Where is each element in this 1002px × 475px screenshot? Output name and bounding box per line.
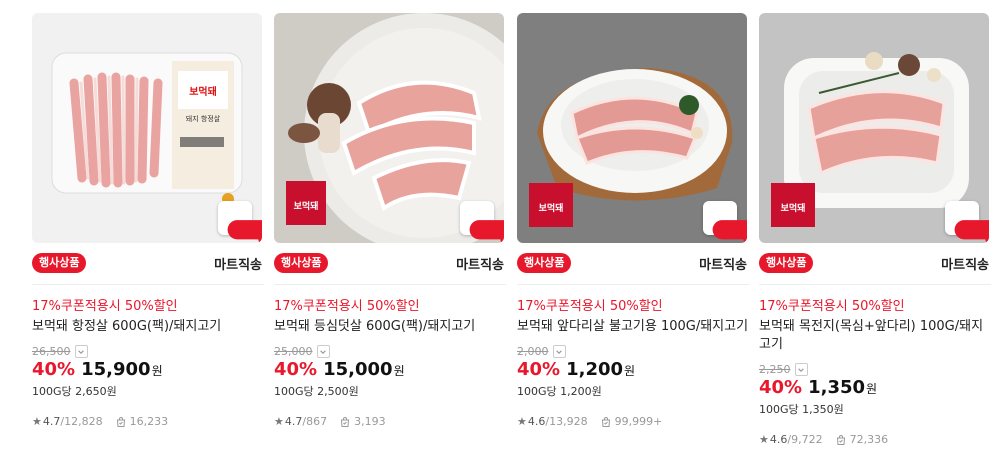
star-icon: ★ [274, 415, 284, 428]
product-name[interactable]: 보먹돼 항정살 600G(팩)/돼지고기 [32, 318, 264, 336]
shipping-label: 마트직송 [699, 257, 747, 273]
package-label: 보먹돼 [189, 85, 217, 98]
currency-unit: 원 [866, 382, 878, 396]
review-count[interactable]: /9,722 [787, 433, 822, 446]
rating: 4.6 [527, 415, 546, 428]
star-icon: ★ [517, 415, 527, 428]
brand-logo-text: 보먹돼 [294, 200, 319, 212]
divider [759, 284, 991, 285]
discount-rate: 40% [32, 359, 76, 380]
add-to-cart-button[interactable] [945, 201, 989, 243]
divider [517, 284, 749, 285]
rating: 4.7 [42, 415, 61, 428]
event-badge: 행사상품 [274, 253, 329, 273]
shipping-label: 마트직송 [214, 257, 262, 273]
coupon-text: 17%쿠폰적용시 50%할인 [32, 299, 178, 314]
shipping-label: 마트직송 [941, 257, 989, 273]
unit-price: 100G당 1,200원 [517, 385, 602, 398]
product-name[interactable]: 보먹돼 목전지(목심+앞다리) 100G/돼지고기 [759, 318, 991, 354]
chevron-down-icon [556, 349, 562, 354]
add-to-cart-button[interactable] [703, 201, 747, 243]
sale-price: 1,200 [566, 359, 624, 380]
star-icon: ★ [759, 433, 769, 446]
purchase-count: 72,336 [849, 433, 889, 446]
bag-check-icon [339, 416, 351, 428]
price-detail-toggle[interactable] [316, 345, 330, 358]
divider [32, 284, 264, 285]
unit-price: 100G당 1,350원 [759, 403, 844, 416]
price-detail-toggle[interactable] [552, 345, 566, 358]
event-badge: 행사상품 [759, 253, 814, 273]
product-card[interactable]: 보먹돼 행사상품 마트직송 17%쿠폰적용시 50%할인 보먹돼 등심덧살 60… [274, 13, 506, 428]
event-badge: 행사상품 [517, 253, 572, 273]
cart-icon [227, 220, 262, 243]
shipping-label: 마트직송 [456, 257, 504, 273]
add-to-cart-button[interactable] [218, 201, 262, 243]
currency-unit: 원 [151, 364, 163, 378]
currency-unit: 원 [624, 364, 636, 378]
product-name[interactable]: 보먹돼 앞다리살 불고기용 100G/돼지고기 [517, 318, 749, 336]
currency-unit: 원 [393, 364, 405, 378]
product-image[interactable]: 보먹돼 [517, 13, 747, 243]
product-card[interactable]: 보먹돼 돼지 항정살 행사상품 마트직송 17%쿠폰적용시 50%할인 보먹돼 … [32, 13, 264, 428]
rating: 4.6 [769, 433, 788, 446]
discount-rate: 40% [759, 377, 803, 398]
product-image[interactable]: 보먹돼 [759, 13, 989, 243]
cart-icon [469, 220, 504, 243]
bag-check-icon [600, 416, 612, 428]
product-card[interactable]: 보먹돼 행사상품 마트직송 17%쿠폰적용시 50%할인 보먹돼 앞다리살 불고… [517, 13, 749, 428]
coupon-text: 17%쿠폰적용시 50%할인 [274, 299, 420, 314]
bag-check-icon [835, 434, 847, 446]
star-icon: ★ [32, 415, 42, 428]
purchase-count: 3,193 [354, 415, 386, 428]
unit-price: 100G당 2,500원 [274, 385, 359, 398]
product-grid: 보먹돼 돼지 항정살 행사상품 마트직송 17%쿠폰적용시 50%할인 보먹돼 … [0, 0, 1002, 475]
product-card[interactable]: 보먹돼 행사상품 마트직송 17%쿠폰적용시 50%할인 보먹돼 목전지(목심+… [759, 13, 991, 446]
product-image[interactable]: 보먹돼 [274, 13, 504, 243]
chevron-down-icon [798, 367, 804, 372]
review-count[interactable]: /12,828 [60, 415, 102, 428]
chevron-down-icon [320, 349, 326, 354]
cart-icon [712, 220, 747, 243]
event-badge: 행사상품 [32, 253, 87, 273]
product-name[interactable]: 보먹돼 등심덧살 600G(팩)/돼지고기 [274, 318, 506, 336]
add-to-cart-button[interactable] [460, 201, 504, 243]
discount-rate: 40% [274, 359, 318, 380]
price-detail-toggle[interactable] [794, 363, 808, 376]
sale-price: 15,900 [81, 359, 151, 380]
chevron-down-icon [78, 349, 84, 354]
review-count[interactable]: /867 [302, 415, 327, 428]
brand-logo-text: 보먹돼 [781, 202, 806, 214]
rating: 4.7 [284, 415, 303, 428]
purchase-count: 16,233 [129, 415, 169, 428]
package-sub-label: 돼지 항정살 [186, 114, 221, 123]
unit-price: 100G당 2,650원 [32, 385, 117, 398]
divider [274, 284, 506, 285]
sale-price: 15,000 [323, 359, 393, 380]
sale-price: 1,350 [808, 377, 866, 398]
purchase-count: 99,999+ [614, 415, 663, 428]
original-price: 25,000 [274, 345, 313, 358]
original-price: 2,250 [759, 363, 791, 376]
bag-check-icon [115, 416, 127, 428]
original-price: 2,000 [517, 345, 549, 358]
review-count[interactable]: /13,928 [545, 415, 587, 428]
coupon-text: 17%쿠폰적용시 50%할인 [517, 299, 663, 314]
cart-icon [954, 220, 989, 243]
discount-rate: 40% [517, 359, 561, 380]
coupon-text: 17%쿠폰적용시 50%할인 [759, 299, 905, 314]
brand-logo-text: 보먹돼 [539, 202, 564, 214]
original-price: 26,500 [32, 345, 71, 358]
price-detail-toggle[interactable] [74, 345, 88, 358]
product-image[interactable]: 보먹돼 돼지 항정살 [32, 13, 262, 243]
